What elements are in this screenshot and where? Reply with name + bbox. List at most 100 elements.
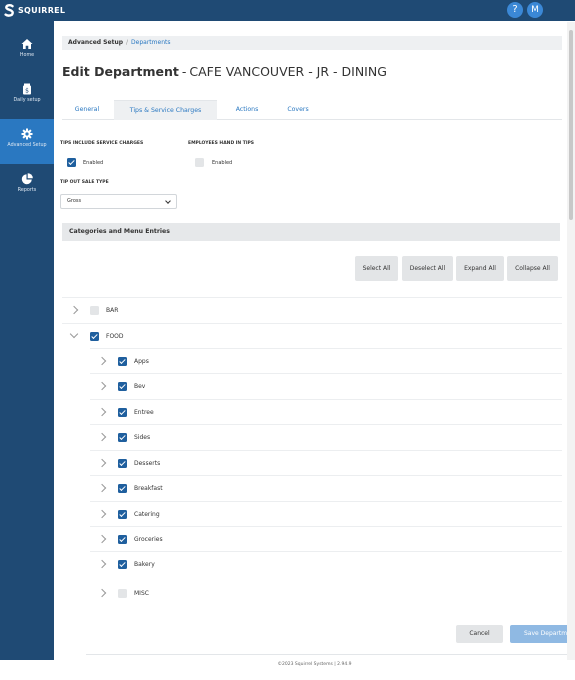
tree-label: Catering	[134, 511, 160, 518]
tree-checkbox[interactable]	[118, 408, 127, 417]
top-bar: SQUIRREL ? M	[0, 0, 575, 21]
footer-divider	[86, 654, 575, 655]
tree-label: FOOD	[106, 333, 124, 340]
categories-section-header: Categories and Menu Entries	[62, 223, 560, 241]
tree-label: Sides	[134, 434, 151, 441]
chevron-down-icon[interactable]	[69, 329, 79, 339]
tree-row[interactable]: Apps	[90, 348, 562, 373]
tree-label: Bev	[134, 383, 146, 390]
home-icon	[21, 39, 33, 49]
cancel-button[interactable]: Cancel	[456, 625, 503, 643]
tree-row[interactable]: Catering	[90, 501, 562, 526]
tree-label: BAR	[106, 307, 119, 314]
sidebar-item-advanced-setup[interactable]: Advanced Setup	[0, 119, 54, 164]
expand-all-button[interactable]: Expand All	[456, 256, 504, 281]
tree-checkbox[interactable]	[118, 535, 127, 544]
tree-checkbox[interactable]	[118, 433, 127, 442]
tab-covers[interactable]: Covers	[275, 100, 321, 120]
tab-bar: General Tips & Service Charges Actions C…	[62, 100, 562, 120]
save-department-button[interactable]: Save Department	[510, 625, 575, 643]
tab-tips-service-charges[interactable]: Tips & Service Charges	[114, 100, 217, 120]
tree-row[interactable]: Desserts	[90, 450, 562, 475]
collapse-all-button[interactable]: Collapse All	[507, 256, 558, 281]
chevron-right-icon[interactable]	[97, 356, 107, 366]
chevron-right-icon[interactable]	[69, 305, 79, 315]
tree-label: Groceries	[134, 536, 163, 543]
tree-label: Breakfast	[134, 485, 163, 492]
tips-include-enabled-label: Enabled	[83, 160, 104, 166]
tree-label: MISC	[134, 590, 149, 597]
tree-row[interactable]: Bakery	[90, 551, 562, 576]
tree-checkbox[interactable]	[118, 589, 127, 598]
user-avatar-button[interactable]: M	[527, 2, 543, 18]
sidebar-item-label: Home	[19, 53, 35, 58]
hand-in-enabled-label: Enabled	[212, 160, 233, 166]
tree-checkbox[interactable]	[118, 357, 127, 366]
page-title: Edit Department - CAFE VANCOUVER - JR - DI…	[62, 64, 387, 79]
tree-checkbox[interactable]	[90, 306, 99, 315]
squirrel-logo[interactable]: SQUIRREL	[4, 3, 65, 18]
chevron-right-icon[interactable]	[97, 559, 107, 569]
page-title-separator: -	[181, 64, 187, 79]
sidebar: Home $ Daily setup Advanced Setup Report	[0, 21, 54, 660]
employees-hand-in-tips-label: EMPLOYEES HAND IN TIPS	[188, 141, 255, 146]
sidebar-item-label: Reports	[17, 188, 37, 193]
scrollbar-thumb[interactable]	[569, 30, 573, 220]
tree-checkbox[interactable]	[118, 484, 127, 493]
sidebar-item-reports[interactable]: Reports	[0, 164, 54, 209]
page-title-department: CAFE VANCOUVER - JR - DINING	[189, 64, 387, 79]
chevron-right-icon[interactable]	[97, 407, 107, 417]
chevron-right-icon[interactable]	[97, 588, 107, 598]
sidebar-item-label: Daily setup	[13, 98, 41, 103]
tree-row[interactable]: Bev	[90, 373, 562, 398]
chevron-right-icon[interactable]	[97, 381, 107, 391]
select-all-button[interactable]: Select All	[355, 256, 398, 281]
gear-icon	[21, 128, 33, 140]
daily-setup-icon: $	[23, 83, 31, 95]
tip-out-sale-type-label: TIP OUT SALE TYPE	[60, 180, 109, 185]
tab-general[interactable]: General	[62, 100, 112, 120]
brand-name: SQUIRREL	[18, 6, 66, 15]
tree-label: Desserts	[134, 460, 161, 467]
sidebar-item-label: Advanced Setup	[7, 143, 47, 148]
tree-checkbox[interactable]	[118, 560, 127, 569]
tip-out-sale-type-select[interactable]: Gross	[60, 194, 177, 209]
employees-hand-in-tips-checkbox[interactable]	[195, 158, 204, 167]
sidebar-item-daily-setup[interactable]: $ Daily setup	[0, 74, 54, 119]
tab-actions[interactable]: Actions	[220, 100, 274, 120]
chevron-right-icon[interactable]	[97, 534, 107, 544]
breadcrumb-separator: /	[126, 39, 129, 46]
tree-checkbox[interactable]	[118, 510, 127, 519]
chevron-right-icon[interactable]	[97, 432, 107, 442]
svg-text:$: $	[25, 88, 29, 95]
tree-row[interactable]: MISC	[90, 581, 562, 606]
tips-include-service-charges-label: TIPS INCLUDE SERVICE CHARGES	[60, 141, 144, 146]
tree-label: Apps	[134, 358, 149, 365]
squirrel-logo-icon	[4, 4, 14, 17]
help-button[interactable]: ?	[507, 2, 523, 18]
breadcrumb-current[interactable]: Departments	[131, 39, 170, 46]
main-content: Advanced Setup / Departments Edit Departme…	[54, 21, 575, 667]
tree-row[interactable]: Sides	[90, 424, 562, 449]
tree-checkbox[interactable]	[118, 382, 127, 391]
tree-checkbox[interactable]	[90, 332, 99, 341]
tree-row[interactable]: BAR	[62, 297, 562, 322]
tree-row[interactable]: FOOD	[62, 323, 562, 348]
tips-include-service-charges-checkbox[interactable]	[67, 158, 76, 167]
tree-row[interactable]: Groceries	[90, 526, 562, 551]
deselect-all-button[interactable]: Deselect All	[402, 256, 453, 281]
tree-label: Bakery	[134, 561, 155, 568]
tree-row[interactable]: Breakfast	[90, 475, 562, 500]
chevron-down-icon	[165, 198, 171, 204]
page-scrollbar[interactable]	[567, 22, 575, 660]
tip-out-sale-type-value: Gross	[67, 198, 82, 204]
tree-row[interactable]: Entree	[90, 399, 562, 424]
chevron-right-icon[interactable]	[97, 458, 107, 468]
page-title-action: Edit Department	[62, 64, 179, 79]
breadcrumb: Advanced Setup / Departments	[62, 36, 562, 50]
chevron-right-icon[interactable]	[97, 509, 107, 519]
tree-checkbox[interactable]	[118, 459, 127, 468]
chevron-right-icon[interactable]	[97, 483, 107, 493]
breadcrumb-root[interactable]: Advanced Setup	[68, 39, 123, 46]
sidebar-item-home[interactable]: Home	[0, 29, 54, 74]
